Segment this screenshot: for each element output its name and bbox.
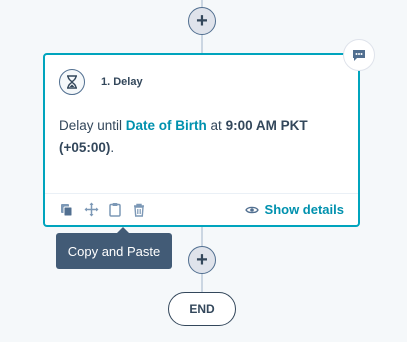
hourglass-icon (59, 69, 85, 95)
copy-paste-tooltip: Copy and Paste (56, 227, 172, 269)
trash-icon[interactable] (131, 202, 147, 218)
add-step-button-top[interactable]: + (188, 7, 216, 35)
action-description: Delay until Date of Birth at 9:00 AM PKT… (59, 115, 349, 159)
date-property-link[interactable]: Date of Birth (126, 118, 207, 133)
action-title: 1. Delay (101, 76, 143, 88)
add-step-button-bottom[interactable]: + (188, 246, 216, 274)
eye-icon (244, 206, 259, 213)
show-details-link[interactable]: Show details (244, 202, 344, 217)
card-header: 1. Delay (59, 69, 143, 95)
clipboard-icon[interactable] (107, 202, 123, 218)
description-middle: at (206, 118, 226, 133)
delay-action-card[interactable]: 1. Delay Delay until Date of Birth at 9:… (43, 53, 360, 227)
comment-button[interactable] (343, 39, 375, 71)
show-details-label: Show details (264, 202, 344, 217)
comment-icon (353, 49, 365, 61)
end-node: END (168, 292, 236, 326)
description-prefix: Delay until (59, 118, 126, 133)
clone-icon[interactable] (59, 202, 75, 218)
delay-time: 9:00 AM PKT (225, 118, 308, 133)
description-suffix: . (110, 140, 115, 155)
move-icon[interactable] (83, 202, 99, 218)
card-toolbar: Show details (45, 193, 358, 225)
delay-timezone: (+05:00) (59, 140, 111, 155)
